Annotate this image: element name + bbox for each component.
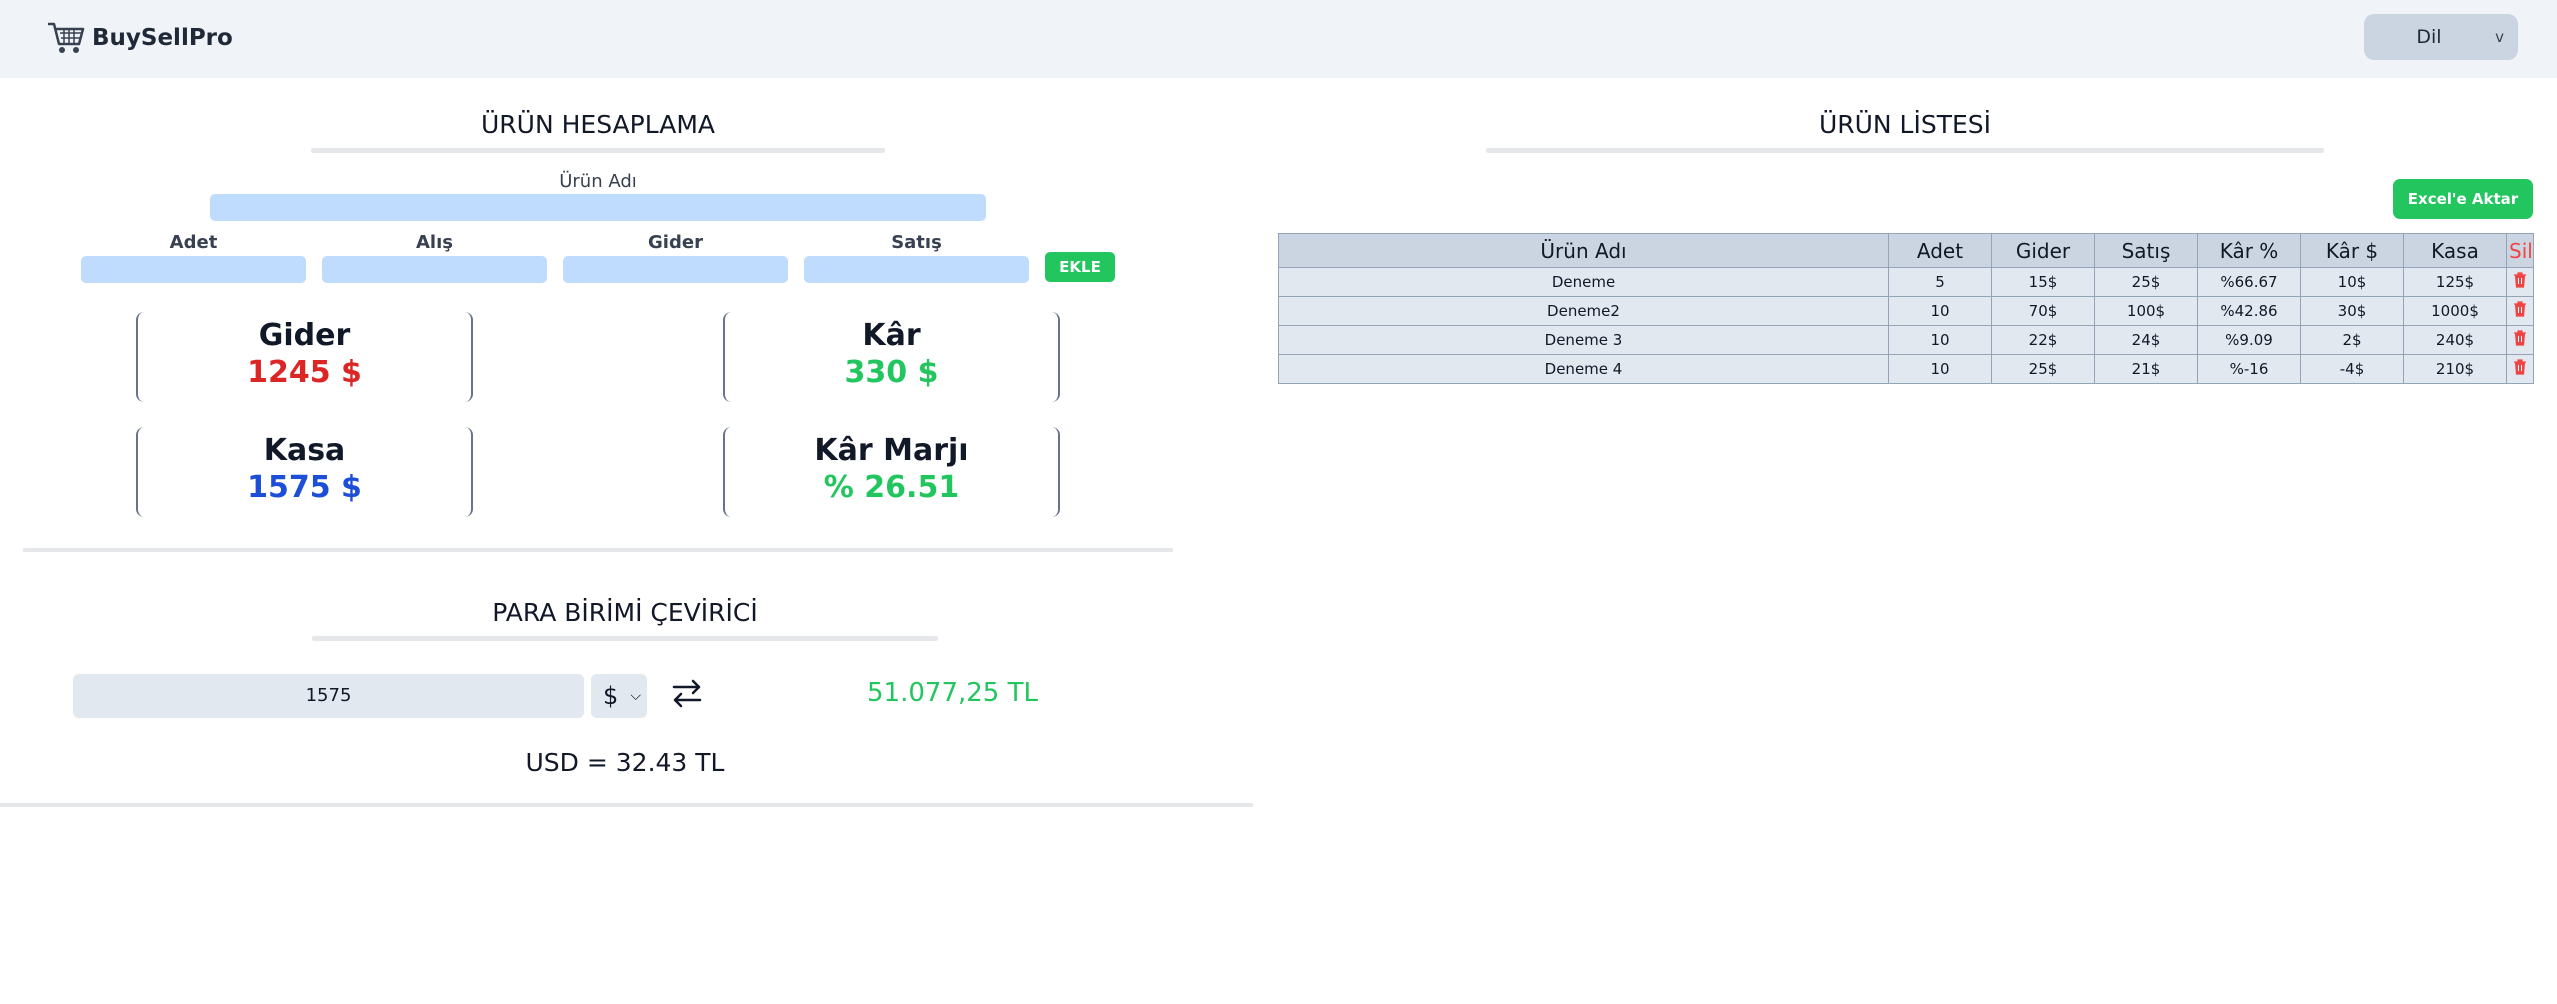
calc-title-rule xyxy=(311,148,885,153)
language-select[interactable]: Dil v xyxy=(2364,14,2518,60)
amount-input[interactable]: 1575 xyxy=(73,674,584,718)
brand[interactable]: BuySellPro xyxy=(46,20,233,56)
trash-icon xyxy=(2514,301,2526,317)
delete-button[interactable] xyxy=(2506,354,2534,384)
adet-label: Adet xyxy=(169,232,218,253)
trash-icon xyxy=(2514,330,2526,346)
calc-title: ÜRÜN HESAPLAMA xyxy=(481,110,715,139)
cell-kasa: 210$ xyxy=(2403,354,2507,384)
cell-kar-usd: 30$ xyxy=(2300,296,2404,326)
chevron-down-icon: v xyxy=(2495,28,2504,46)
kar-card-title: Kâr xyxy=(862,318,921,353)
table-header-row: Ürün Adı Adet Gider Satış Kâr % Kâr $ Ka… xyxy=(1278,233,2534,268)
product-name-label: Ürün Adı xyxy=(559,171,637,192)
col-kar-pct: Kâr % xyxy=(2197,233,2301,268)
col-satis: Satış xyxy=(2094,233,2198,268)
cell-gider: 25$ xyxy=(1991,354,2095,384)
table-row: Deneme 5 15$ 25$ %66.67 10$ 125$ xyxy=(1278,267,2534,297)
cell-gider: 70$ xyxy=(1991,296,2095,326)
gider-input[interactable] xyxy=(563,256,788,283)
cell-kar-pct: %66.67 xyxy=(2197,267,2301,297)
cell-kasa: 240$ xyxy=(2403,325,2507,355)
margin-card-value: % 26.51 xyxy=(823,470,960,505)
cell-gider: 22$ xyxy=(1991,325,2095,355)
shopping-cart-icon xyxy=(48,22,85,53)
gider-card: Gider 1245 $ xyxy=(136,312,473,402)
converter-title: PARA BİRİMİ ÇEVİRİCİ xyxy=(492,598,758,627)
currency-select[interactable]: $ ⌵ xyxy=(591,674,647,718)
col-adet: Adet xyxy=(1888,233,1992,268)
alis-label: Alış xyxy=(416,232,453,253)
table-row: Deneme 3 10 22$ 24$ %9.09 2$ 240$ xyxy=(1278,325,2534,355)
cell-satis: 21$ xyxy=(2094,354,2198,384)
cell-gider: 15$ xyxy=(1991,267,2095,297)
cell-adet: 10 xyxy=(1888,354,1992,384)
kasa-card: Kasa 1575 $ xyxy=(136,427,473,517)
kar-card-value: 330 $ xyxy=(844,355,939,390)
chevron-down-icon: ⌵ xyxy=(630,688,641,704)
cell-name: Deneme xyxy=(1278,267,1889,297)
gider-label: Gider xyxy=(648,232,703,253)
delete-button[interactable] xyxy=(2506,296,2534,326)
currency-value: $ xyxy=(603,682,619,710)
cell-satis: 24$ xyxy=(2094,325,2198,355)
cell-kar-pct: %9.09 xyxy=(2197,325,2301,355)
list-title: ÜRÜN LİSTESİ xyxy=(1818,110,1992,139)
table-row: Deneme2 10 70$ 100$ %42.86 30$ 1000$ xyxy=(1278,296,2534,326)
kasa-card-title: Kasa xyxy=(263,433,346,468)
satis-input[interactable] xyxy=(804,256,1029,283)
table-row: Deneme 4 10 25$ 21$ %-16 -4$ 210$ xyxy=(1278,354,2534,384)
delete-button[interactable] xyxy=(2506,325,2534,355)
col-gider: Gider xyxy=(1991,233,2095,268)
cell-adet: 10 xyxy=(1888,296,1992,326)
converter-divider xyxy=(0,803,1253,807)
language-label: Dil xyxy=(2416,26,2442,48)
cell-kar-pct: %42.86 xyxy=(2197,296,2301,326)
cell-name: Deneme 4 xyxy=(1278,354,1889,384)
gider-card-title: Gider xyxy=(258,318,351,353)
export-excel-button[interactable]: Excel'e Aktar xyxy=(2393,179,2533,219)
swap-arrows-icon xyxy=(672,679,702,708)
margin-card: Kâr Marjı % 26.51 xyxy=(723,427,1060,517)
cell-adet: 10 xyxy=(1888,325,1992,355)
cell-kar-usd: 10$ xyxy=(2300,267,2404,297)
kar-card: Kâr 330 $ xyxy=(723,312,1060,402)
col-urun-adi: Ürün Adı xyxy=(1278,233,1889,268)
cell-kar-pct: %-16 xyxy=(2197,354,2301,384)
converted-result: 51.077,25 TL xyxy=(867,678,1038,708)
cell-satis: 100$ xyxy=(2094,296,2198,326)
converter-title-rule xyxy=(312,636,938,641)
brand-name: BuySellPro xyxy=(92,25,233,51)
delete-button[interactable] xyxy=(2506,267,2534,297)
alis-input[interactable] xyxy=(322,256,547,283)
kasa-card-value: 1575 $ xyxy=(247,470,362,505)
col-kar-usd: Kâr $ xyxy=(2300,233,2404,268)
cell-name: Deneme 3 xyxy=(1278,325,1889,355)
trash-icon xyxy=(2514,272,2526,288)
top-bar: BuySellPro Dil v xyxy=(0,0,2557,78)
col-sil: Sil xyxy=(2506,233,2534,268)
product-table: Ürün Adı Adet Gider Satış Kâr % Kâr $ Ka… xyxy=(1278,233,2534,384)
calc-divider xyxy=(23,548,1173,552)
list-title-rule xyxy=(1486,148,2324,153)
exchange-rate: USD = 32.43 TL xyxy=(525,748,725,777)
col-kasa: Kasa xyxy=(2403,233,2507,268)
cell-adet: 5 xyxy=(1888,267,1992,297)
adet-input[interactable] xyxy=(81,256,306,283)
cell-kasa: 1000$ xyxy=(2403,296,2507,326)
product-name-input[interactable] xyxy=(210,194,986,221)
cell-kar-usd: 2$ xyxy=(2300,325,2404,355)
cell-satis: 25$ xyxy=(2094,267,2198,297)
cell-kasa: 125$ xyxy=(2403,267,2507,297)
gider-card-value: 1245 $ xyxy=(247,355,362,390)
margin-card-title: Kâr Marjı xyxy=(814,433,969,468)
swap-icon[interactable] xyxy=(670,678,704,714)
cell-kar-usd: -4$ xyxy=(2300,354,2404,384)
add-button[interactable]: EKLE xyxy=(1045,252,1115,282)
cell-name: Deneme2 xyxy=(1278,296,1889,326)
satis-label: Satış xyxy=(891,232,942,253)
trash-icon xyxy=(2514,359,2526,375)
